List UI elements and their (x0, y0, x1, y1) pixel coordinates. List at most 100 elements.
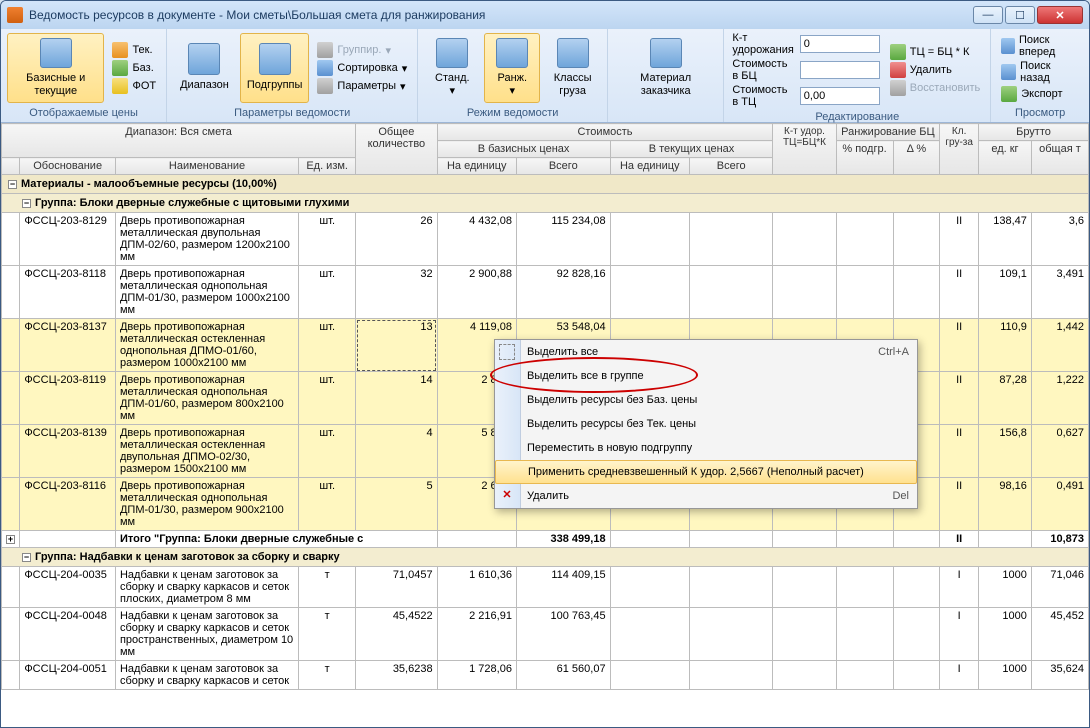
window-title: Ведомость ресурсов в документе - Мои сме… (29, 8, 973, 22)
group-header-1[interactable]: −Группа: Блоки дверные служебные с щитов… (2, 194, 1089, 213)
ctx-select-all-group[interactable]: Выделить все в группе (495, 364, 917, 388)
search-back-icon (1001, 64, 1016, 80)
restore-button: Восстановить (886, 79, 984, 97)
app-icon (7, 7, 23, 23)
subgroups-icon (259, 43, 291, 75)
customer-material-button[interactable]: Материал заказчика (614, 33, 717, 103)
select-all-icon (499, 344, 515, 360)
table-row[interactable]: ФССЦ-203-8118Дверь противопожарная метал… (2, 266, 1089, 319)
fot-checkbox[interactable]: ФОТ (108, 77, 160, 95)
group-label: Режим ведомости (424, 105, 601, 122)
baz-checkbox[interactable]: Баз. (108, 59, 160, 77)
hdr-class[interactable]: Кл. гру-за (940, 124, 979, 175)
collapse-icon[interactable]: − (22, 553, 31, 562)
subgroups-button[interactable]: Подгруппы (240, 33, 310, 103)
square-icon (112, 60, 128, 76)
group-button: Группир. ▾ (313, 41, 411, 59)
base-current-prices-button[interactable]: Базисные и текущие (7, 33, 104, 103)
std-icon (436, 38, 468, 68)
ctx-apply-kudor[interactable]: Применить средневзвешенный К удор. 2,566… (495, 460, 917, 484)
square-icon (112, 78, 128, 94)
hdr-ed[interactable]: Ед. изм. (299, 158, 356, 175)
section-materials[interactable]: −Материалы - малообъемные ресурсы (10,00… (2, 175, 1089, 194)
expand-icon[interactable]: + (6, 535, 15, 544)
hdr-vsego2[interactable]: Всего (689, 158, 772, 175)
hdr-naed2[interactable]: На единицу (610, 158, 689, 175)
table-row[interactable]: ФССЦ-204-0035Надбавки к ценам заготовок … (2, 567, 1089, 608)
hdr-edkg[interactable]: ед. кг (978, 141, 1031, 175)
params-button[interactable]: Параметры ▾ (313, 77, 411, 95)
cost-tc-input[interactable] (800, 87, 880, 105)
ctx-select-no-tek[interactable]: Выделить ресурсы без Тек. цены (495, 412, 917, 436)
ribbon-group-params: Диапазон Подгруппы Группир. ▾ Сортировка… (167, 29, 418, 122)
delete-icon (890, 62, 906, 78)
hdr-base-prices[interactable]: В базисных ценах (437, 141, 610, 158)
hdr-rang[interactable]: Ранжирование БЦ (836, 124, 940, 141)
ribbon-group-material: Материал заказчика (608, 29, 724, 122)
table-row[interactable]: ФССЦ-203-8129Дверь противопожарная метал… (2, 213, 1089, 266)
export-button[interactable]: Экспорт (997, 85, 1083, 103)
hdr-curr-prices[interactable]: В текущих ценах (610, 141, 773, 158)
table-row[interactable]: ФССЦ-204-0048Надбавки к ценам заготовок … (2, 608, 1089, 661)
tc-bc-k-button[interactable]: ТЦ = БЦ * К (886, 43, 984, 61)
ranging-button[interactable]: Ранж. ▾ (484, 33, 540, 103)
hdr-podgr[interactable]: % подгр. (836, 141, 893, 175)
search-fwd-icon (1001, 38, 1015, 54)
range-button[interactable]: Диапазон (173, 33, 236, 103)
delete-button[interactable]: Удалить (886, 61, 984, 79)
hdr-vsego1[interactable]: Всего (516, 158, 610, 175)
range-icon (188, 43, 220, 75)
search-back-button[interactable]: Поиск назад (997, 59, 1083, 85)
cost-tc-label: Стоимость в ТЦ (732, 84, 793, 108)
hdr-obt[interactable]: общая т (1031, 141, 1088, 175)
sort-icon (317, 60, 333, 76)
maximize-button[interactable]: ☐ (1005, 6, 1035, 24)
label: Базисные и текущие (14, 72, 97, 98)
ctx-move-subgroup[interactable]: Переместить в новую подгруппу (495, 436, 917, 460)
collapse-icon[interactable]: − (22, 199, 31, 208)
group-label (614, 105, 717, 122)
group-icon (317, 42, 333, 58)
group-label: Параметры ведомости (173, 105, 411, 122)
search-forward-button[interactable]: Поиск вперед (997, 33, 1083, 59)
kudor-input[interactable] (800, 35, 880, 53)
ribbon-group-mode: Станд. ▾ Ранж. ▾ Классы груза Режим ведо… (418, 29, 608, 122)
table-icon (40, 38, 72, 68)
ribbon: Базисные и текущие Тек. Баз. ФОТ Отображ… (1, 29, 1089, 123)
ctx-select-no-baz[interactable]: Выделить ресурсы без Баз. цены (495, 388, 917, 412)
hdr-range[interactable]: Диапазон: Вся смета (2, 124, 356, 158)
cost-bc-input[interactable] (800, 61, 880, 79)
ribbon-group-edit: К-т удорожания Стоимость в БЦ Стоимость … (724, 29, 991, 122)
hdr-obosn[interactable]: Обоснование (20, 158, 116, 175)
hdr-delta[interactable]: Δ % (893, 141, 940, 175)
hdr-naim[interactable]: Наименование (115, 158, 298, 175)
kudor-label: К-т удорожания (732, 32, 793, 56)
rang-icon (496, 38, 528, 68)
calc-icon (890, 44, 906, 60)
hdr-kudor[interactable]: К-т удор. ТЦ=БЦ*К (773, 124, 836, 175)
hdr-qty[interactable]: Общее количество (356, 124, 437, 175)
standard-button[interactable]: Станд. ▾ (424, 33, 480, 103)
ctx-delete[interactable]: ✕ УдалитьDel (495, 484, 917, 508)
export-icon (1001, 86, 1017, 102)
titlebar: Ведомость ресурсов в документе - Мои сме… (1, 1, 1089, 29)
context-menu: Выделить всеCtrl+A Выделить все в группе… (494, 339, 918, 509)
group-label: Просмотр (997, 105, 1083, 122)
tek-checkbox[interactable]: Тек. (108, 41, 160, 59)
hdr-cost[interactable]: Стоимость (437, 124, 773, 141)
ctx-select-all[interactable]: Выделить всеCtrl+A (495, 340, 917, 364)
hdr-brutto[interactable]: Брутто (978, 124, 1088, 141)
sort-button[interactable]: Сортировка ▾ (313, 59, 411, 77)
table-row[interactable]: ФССЦ-204-0051Надбавки к ценам заготовок … (2, 661, 1089, 690)
minimize-button[interactable]: — (973, 6, 1003, 24)
delete-icon: ✕ (499, 488, 515, 504)
collapse-icon[interactable]: − (8, 180, 17, 189)
params-icon (317, 78, 333, 94)
close-button[interactable]: ✕ (1037, 6, 1083, 24)
group-header-2[interactable]: −Группа: Надбавки к ценам заготовок за с… (2, 548, 1089, 567)
cargo-classes-button[interactable]: Классы груза (544, 33, 601, 103)
ribbon-group-prices: Базисные и текущие Тек. Баз. ФОТ Отображ… (1, 29, 167, 122)
hdr-naed1[interactable]: На единицу (437, 158, 516, 175)
group-total-row[interactable]: +Итого "Группа: Блоки дверные служебные … (2, 531, 1089, 548)
cost-bc-label: Стоимость в БЦ (732, 58, 793, 82)
